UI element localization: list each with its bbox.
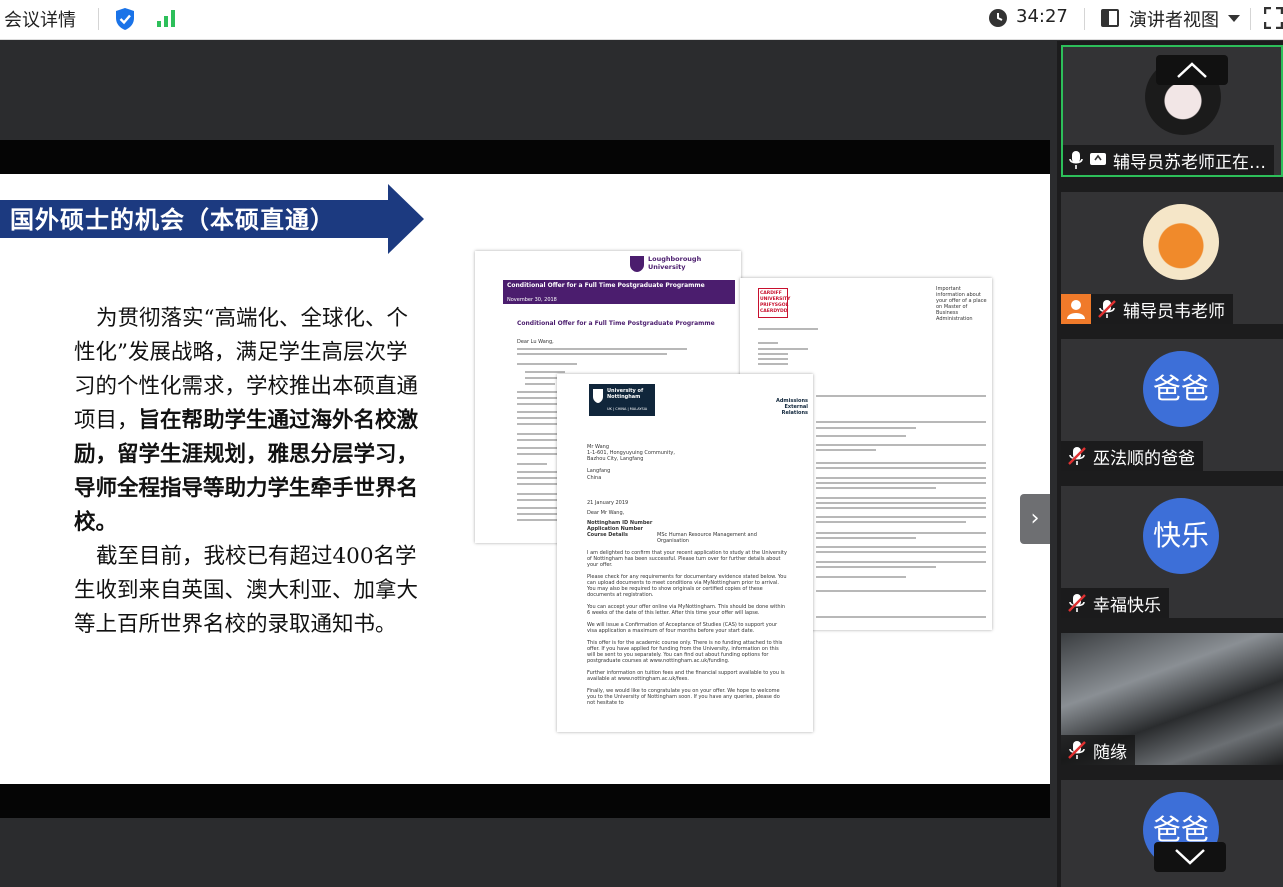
meeting-timer: 34:27 — [1016, 6, 1068, 27]
university-crest-icon — [593, 389, 603, 403]
loughborough-logo: Loughborough University — [648, 255, 702, 271]
participant-name-bar: 幸福快乐 — [1061, 588, 1169, 618]
participant-tile[interactable]: 辅导员苏老师正在… — [1061, 45, 1283, 177]
participant-tile[interactable]: 爸爸 — [1061, 780, 1283, 887]
host-badge-icon — [1061, 294, 1091, 324]
participant-avatar — [1143, 204, 1219, 280]
chevron-up-icon — [1177, 62, 1207, 78]
letterbox-bottom — [0, 784, 1050, 818]
shared-slide: 国外硕士的机会（本硕直通） 为贯彻落实“高端化、全球化、个性化”发展战略，满足学… — [0, 174, 1050, 784]
mic-muted-icon — [1068, 741, 1086, 759]
slide-title: 国外硕士的机会（本硕直通） — [10, 205, 335, 234]
signal-strength-icon[interactable] — [156, 8, 178, 28]
nottingham-offer-letter: University of Nottingham UK | CHINA | MA… — [557, 374, 813, 732]
participant-name-bar: 巫法顺的爸爸 — [1061, 441, 1203, 471]
participant-name-bar: 随缘 — [1061, 735, 1135, 765]
divider — [98, 8, 99, 30]
participant-name: 辅导员苏老师正在… — [1113, 152, 1266, 173]
participant-name-bar: 辅导员苏老师正在… — [1063, 145, 1274, 175]
participant-name: 幸福快乐 — [1093, 595, 1161, 616]
scroll-down-button[interactable] — [1154, 842, 1226, 872]
participant-name: 巫法顺的爸爸 — [1093, 448, 1195, 469]
meeting-details-link[interactable]: 会议详情 — [4, 6, 76, 32]
paragraph-1: 为贯彻落实“高端化、全球化、个性化”发展战略，满足学生高层次学习的个性化需求，学… — [74, 306, 419, 535]
microphone-icon — [1069, 151, 1083, 169]
slide-body: 为贯彻落实“高端化、全球化、个性化”发展战略，满足学生高层次学习的个性化需求，学… — [74, 302, 426, 642]
toggle-sidebar-button[interactable]: › — [1020, 494, 1050, 544]
scroll-up-button[interactable] — [1156, 55, 1228, 85]
participant-name: 辅导员韦老师 — [1123, 301, 1225, 322]
chevron-down-icon — [1175, 849, 1205, 865]
screen-share-icon — [1090, 153, 1106, 165]
mic-muted-icon — [1098, 300, 1116, 318]
participant-avatar: 快乐 — [1143, 498, 1219, 574]
layout-icon — [1101, 9, 1119, 27]
clock-icon — [989, 9, 1007, 27]
divider — [1084, 8, 1085, 30]
participant-tile[interactable]: 辅导员韦老师 — [1061, 192, 1283, 324]
view-mode-dropdown[interactable]: 演讲者视图 — [1129, 6, 1219, 32]
mic-muted-icon — [1068, 594, 1086, 612]
mic-muted-icon — [1068, 447, 1086, 465]
shield-check-icon[interactable] — [115, 7, 135, 31]
caret-down-icon[interactable] — [1227, 14, 1241, 24]
presentation-stage: 国外硕士的机会（本硕直通） 为贯彻落实“高端化、全球化、个性化”发展战略，满足学… — [0, 41, 1050, 887]
participant-name: 随缘 — [1093, 742, 1127, 763]
participant-name-bar: 辅导员韦老师 — [1061, 294, 1233, 324]
chevron-right-icon: › — [1030, 506, 1040, 531]
divider — [1250, 8, 1251, 30]
participant-tile[interactable]: 爸爸 巫法顺的爸爸 — [1061, 339, 1283, 471]
top-bar: 会议详情 34:27 演讲者视图 — [0, 0, 1283, 40]
participant-avatar: 爸爸 — [1143, 351, 1219, 427]
fullscreen-icon[interactable] — [1264, 7, 1283, 29]
participant-tile[interactable]: 快乐 幸福快乐 — [1061, 486, 1283, 618]
paragraph-2: 截至目前，我校已有超过400名学生收到来自英国、澳大利亚、加拿大等上百所世界名校… — [74, 544, 419, 637]
letterbox-top — [0, 140, 1050, 174]
university-crest-icon — [630, 256, 644, 272]
participant-video-tile[interactable]: 随缘 — [1061, 633, 1283, 765]
participant-panel: 辅导员苏老师正在… 辅导员韦老师 爸爸 巫法顺的爸爸 快乐 幸福快乐 随缘 爸爸 — [1057, 41, 1283, 887]
